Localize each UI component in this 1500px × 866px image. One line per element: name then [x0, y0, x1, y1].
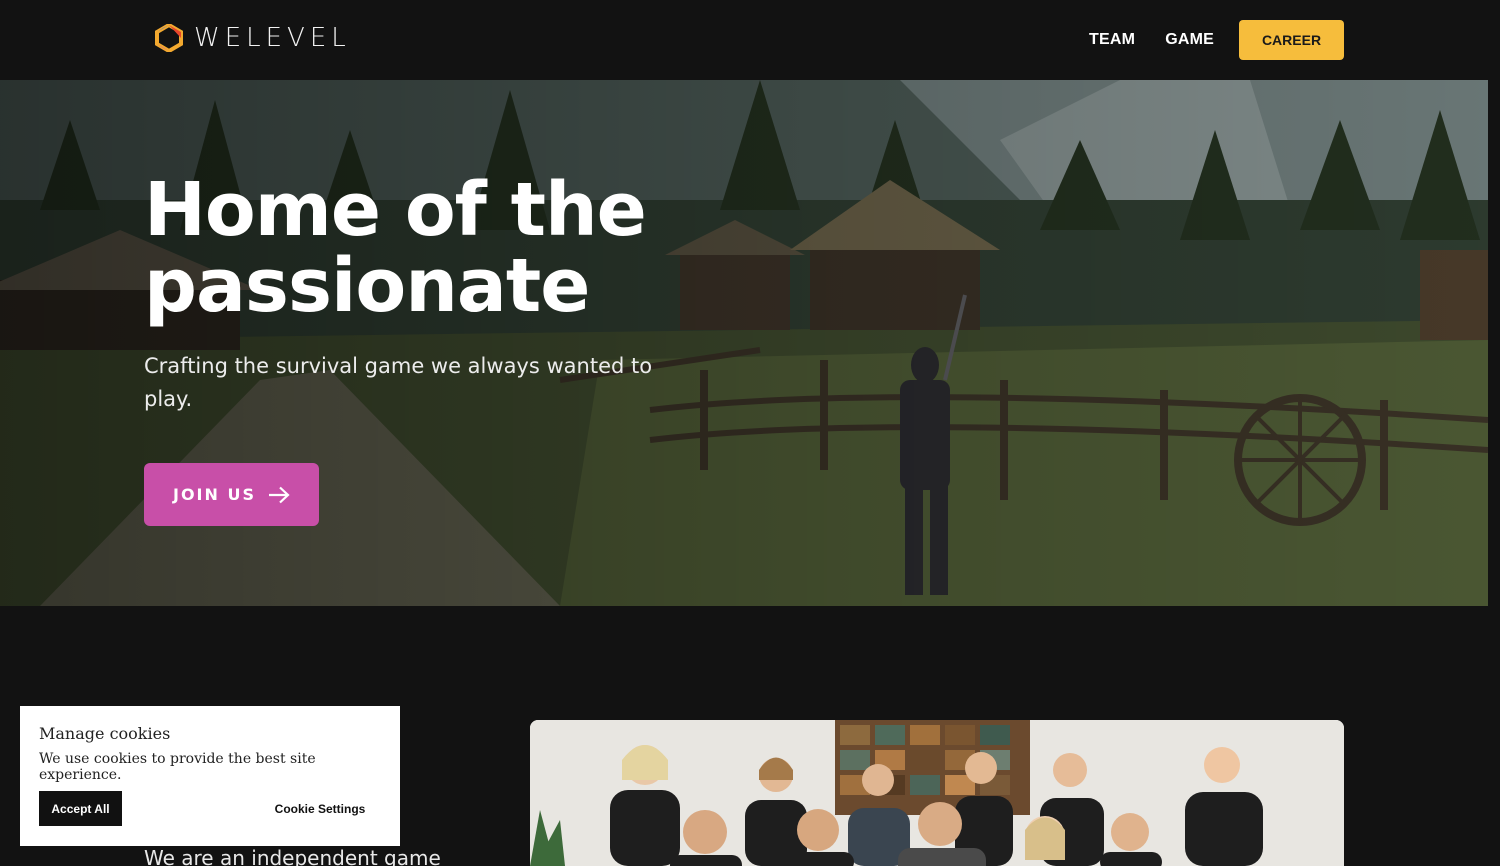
accept-all-button[interactable]: Accept All	[39, 791, 122, 826]
cookie-description: We use cookies to provide the best site …	[39, 751, 316, 783]
hero-section: Home of the passionate Crafting the surv…	[0, 80, 1488, 606]
cookie-settings-button[interactable]: Cookie Settings	[260, 791, 380, 826]
intro-text: We are an independent game	[144, 846, 441, 866]
hero-subtitle: Crafting the survival game we always wan…	[144, 354, 653, 411]
hero-title-line1: Home of the	[144, 167, 647, 253]
nav-link-team[interactable]: TEAM	[1089, 31, 1135, 49]
nav-link-game[interactable]: GAME	[1165, 31, 1214, 49]
join-us-button[interactable]: JOIN US	[144, 463, 319, 526]
hero-title: Home of the passionate	[144, 172, 744, 324]
logo-mark-icon	[155, 24, 183, 52]
cookie-banner: Manage cookies We use cookies to provide…	[20, 706, 400, 846]
team-photo-image	[530, 720, 1344, 866]
career-button[interactable]: CAREER	[1239, 20, 1344, 60]
site-header: WELEVEL TEAM GAME CAREER	[0, 0, 1500, 80]
hero-title-line2: passionate	[144, 243, 590, 329]
team-photo	[530, 720, 1344, 866]
main-nav: TEAM GAME CAREER	[1089, 20, 1344, 60]
arrow-right-icon	[268, 486, 290, 503]
join-us-label: JOIN US	[173, 485, 256, 504]
logo-text: WELEVEL	[194, 23, 351, 53]
logo[interactable]: WELEVEL	[154, 24, 351, 52]
cookie-title: Manage cookies	[39, 724, 171, 743]
